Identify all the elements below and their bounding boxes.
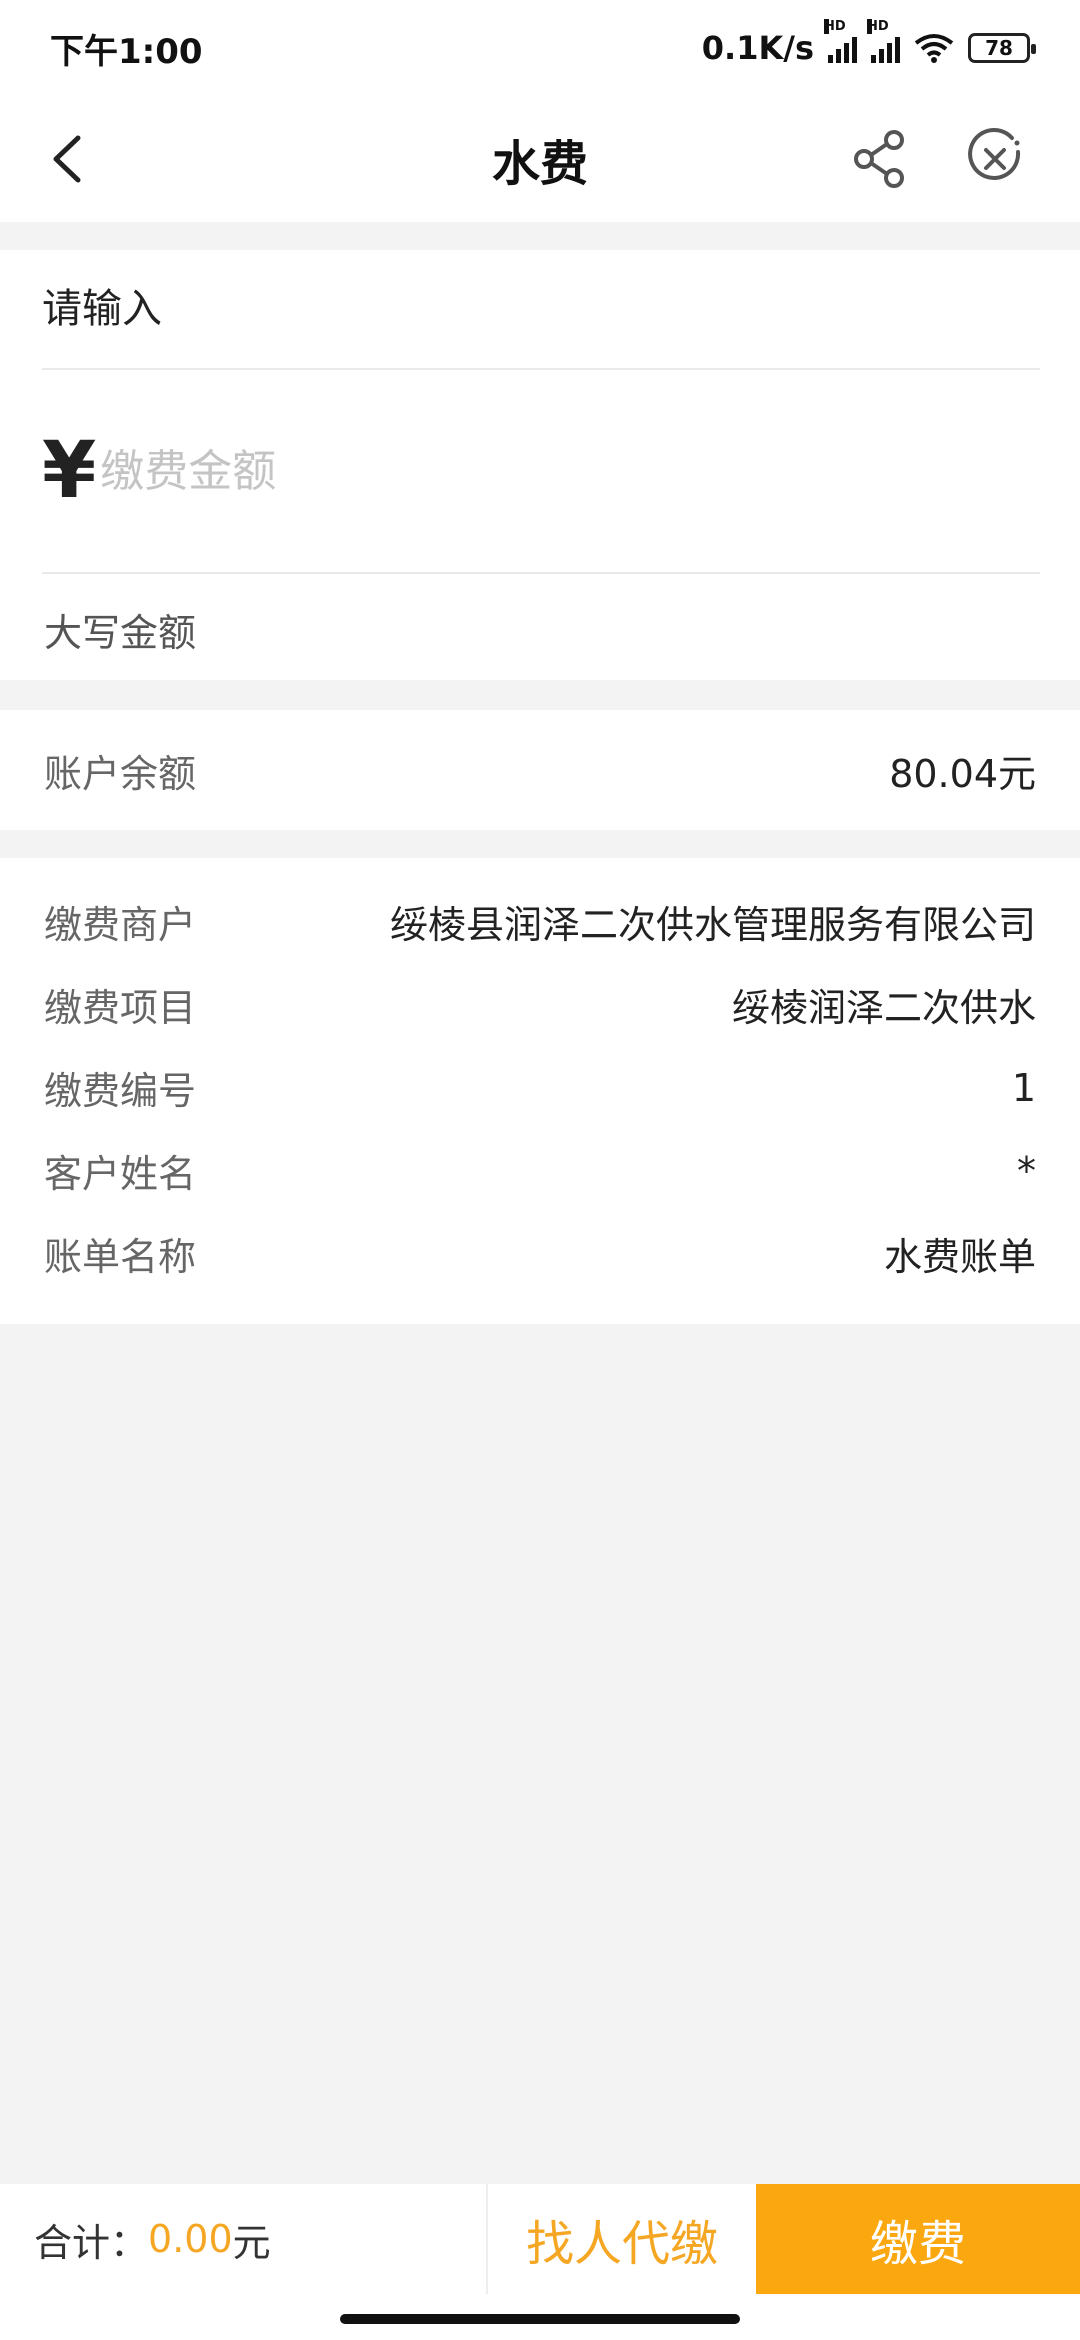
amount-input[interactable] [100, 445, 1040, 497]
bill-info: 缴费商户 绥棱县润泽二次供水管理服务有限公司 缴费项目 绥棱润泽二次供水 缴费编… [0, 858, 1080, 1324]
capital-amount-label: 大写金额 [44, 611, 197, 655]
info-row-merchant: 缴费商户 绥棱县润泽二次供水管理服务有限公司 [0, 880, 1080, 963]
bottom-action-bar: 合计： 0.00 元 找人代缴 缴费 [0, 2184, 1080, 2294]
account-input[interactable] [42, 286, 1040, 332]
info-value: 1 [1011, 1065, 1036, 1110]
battery-level: 78 [985, 36, 1013, 60]
balance-row: 账户余额 80.04元 [0, 710, 1080, 830]
home-indicator[interactable] [340, 2314, 740, 2324]
info-row-customer: 客户姓名 * [0, 1129, 1080, 1212]
balance-value: 80.04元 [889, 751, 1036, 796]
amount-row: ¥ [42, 370, 1040, 574]
info-value: * [1017, 1148, 1036, 1193]
account-input-row [42, 250, 1040, 370]
share-icon[interactable] [846, 124, 916, 194]
info-row-item: 缴费项目 绥棱润泽二次供水 [0, 963, 1080, 1046]
payment-form: ¥ 大写金额 [0, 250, 1080, 680]
pay-button[interactable]: 缴费 [756, 2184, 1080, 2294]
page: 下午1:00 0.1K/s HD HD 78 水费 请输入 ¥ 缴费金额 大写金… [0, 0, 1080, 2340]
info-value: 绥棱县润泽二次供水管理服务有限公司 [389, 903, 1036, 947]
nav-bar: 水费 [0, 96, 1080, 222]
info-value: 绥棱润泽二次供水 [731, 986, 1036, 1030]
close-circle-icon[interactable] [960, 124, 1030, 194]
info-value: 水费账单 [883, 1235, 1036, 1279]
hd-badge-2: HD [867, 19, 889, 34]
chevron-left-icon[interactable] [36, 124, 106, 194]
info-label: 账单名称 [44, 1235, 197, 1279]
battery-icon: 78 [968, 33, 1036, 63]
network-speed: 0.1K/s [701, 29, 814, 67]
info-row-bill-name: 账单名称 水费账单 [0, 1212, 1080, 1295]
info-label: 缴费编号 [44, 1069, 197, 1113]
info-row-number: 缴费编号 1 [0, 1046, 1080, 1129]
wifi-icon [914, 34, 954, 63]
total-label: 合计： [34, 2220, 149, 2265]
balance-label: 账户余额 [44, 751, 197, 796]
status-bar: 下午1:00 0.1K/s HD HD 78 [0, 0, 1080, 96]
total-unit: 元 [232, 2220, 271, 2265]
total-summary: 合计： 0.00 元 [0, 2184, 488, 2294]
hd-badge: HD [824, 19, 846, 34]
info-label: 客户姓名 [44, 1152, 197, 1196]
total-amount: 0.00 [148, 2217, 233, 2261]
info-label: 缴费项目 [44, 986, 197, 1030]
signal-icon-2: HD [867, 19, 900, 63]
page-title: 水费 [491, 136, 588, 192]
signal-icon: HD [824, 19, 857, 63]
info-label: 缴费商户 [44, 903, 197, 947]
status-time: 下午1:00 [50, 31, 203, 72]
currency-symbol: ¥ [42, 426, 97, 516]
proxy-pay-button[interactable]: 找人代缴 [488, 2184, 756, 2294]
status-icons: 0.1K/s HD HD 78 [701, 19, 1036, 67]
